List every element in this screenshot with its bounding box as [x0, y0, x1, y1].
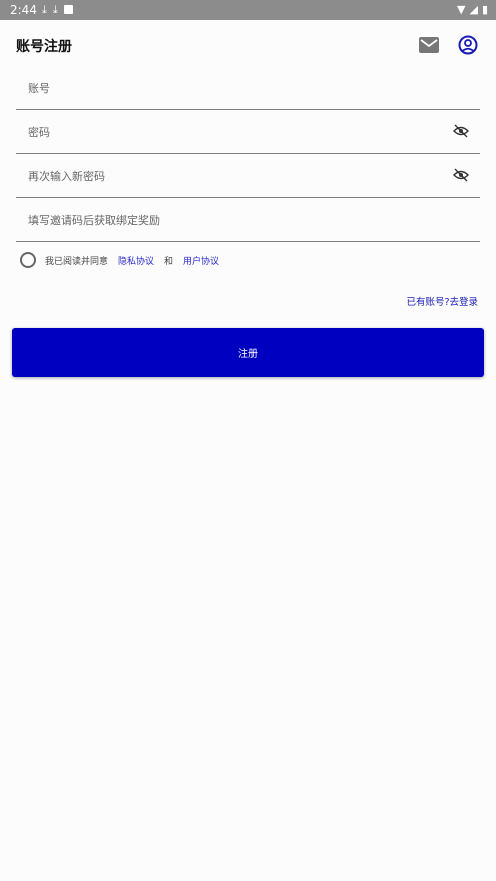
- password-visibility-toggle[interactable]: [452, 122, 470, 140]
- download-icon: ⤓: [42, 3, 47, 16]
- wifi-icon: ▼: [457, 3, 466, 16]
- download-icon: ⤓: [52, 3, 58, 16]
- agreement-prefix: 我已阅读并同意: [45, 256, 109, 267]
- agree-radio[interactable]: [20, 252, 36, 268]
- account-field[interactable]: [16, 65, 480, 111]
- user-agreement-link[interactable]: 用户协议: [183, 254, 219, 267]
- eye-off-icon: [453, 124, 469, 138]
- confirm-visibility-toggle[interactable]: [452, 166, 470, 184]
- status-time: 2:44: [10, 3, 37, 17]
- go-login-link[interactable]: 已有账号?去登录: [406, 294, 478, 308]
- account-circle-icon: [458, 35, 478, 55]
- agreement-and: 和: [164, 256, 174, 267]
- invite-code-field[interactable]: [16, 197, 480, 243]
- confirm-password-field[interactable]: [16, 153, 480, 199]
- mail-button[interactable]: [418, 34, 440, 56]
- app-icon: [63, 5, 73, 14]
- register-button[interactable]: 注册: [12, 328, 484, 377]
- eye-off-icon: [453, 168, 469, 182]
- page-title: 账号注册: [16, 39, 72, 55]
- confirm-password-input[interactable]: [26, 153, 440, 199]
- battery-icon: ▮: [481, 3, 488, 16]
- password-field[interactable]: [16, 109, 480, 155]
- status-bar: 2:44 ⤓ ⤓ ▼ ◢ ▮: [0, 0, 496, 20]
- mail-icon: [419, 37, 439, 53]
- system-icons: ▼ ◢ ▮: [457, 3, 488, 16]
- privacy-agreement-link[interactable]: 隐私协议: [118, 254, 154, 267]
- agreement-row: 我已阅读并同意 隐私协议 和 用户协议: [20, 250, 229, 270]
- signal-icon: ◢: [469, 3, 478, 16]
- notification-icons: ⤓ ⤓: [42, 3, 73, 17]
- account-input[interactable]: [26, 65, 440, 111]
- invite-code-input[interactable]: [26, 197, 440, 243]
- account-button[interactable]: [456, 33, 480, 57]
- password-input[interactable]: [26, 109, 440, 155]
